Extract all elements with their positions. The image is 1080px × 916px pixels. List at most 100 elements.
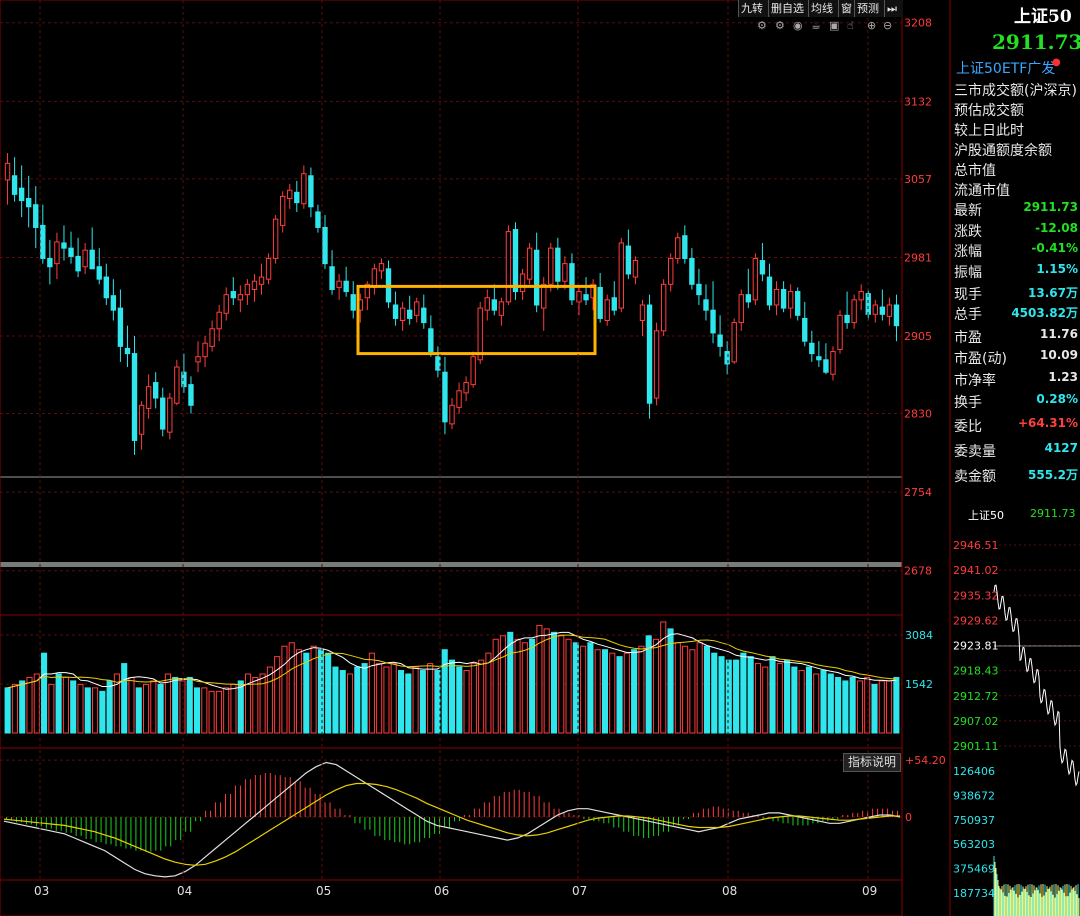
candle-body (138, 404, 145, 435)
volume-bar (718, 656, 725, 734)
volume-bar (631, 649, 638, 734)
candle-body (61, 242, 67, 249)
candle-body (858, 291, 864, 301)
sidebar-link[interactable]: 总市值 (954, 160, 1080, 180)
candle-body (188, 384, 194, 406)
candle-body (68, 247, 74, 257)
y-tick-label: 3132 (904, 95, 932, 108)
candle-body (710, 309, 716, 334)
volume-bar (689, 649, 696, 734)
candle-body (632, 260, 639, 278)
candle-body (4, 162, 11, 181)
candle-body (851, 299, 857, 324)
sidebar-link[interactable]: 预估成交额 (954, 100, 1080, 120)
remove-favorite-button[interactable]: 删自选 (768, 0, 806, 17)
candle-body (428, 328, 434, 353)
candle-body (308, 175, 314, 208)
x-tick-label: 07 (572, 884, 587, 898)
sidebar-link[interactable]: 流通市值 (954, 180, 1080, 200)
volume-bar (106, 680, 113, 734)
stat-row: 市净率 1.23 (954, 370, 1080, 390)
sidebar-link[interactable]: 沪股通额度余额 (954, 140, 1080, 160)
candle-body (223, 294, 229, 314)
candle-body (103, 276, 109, 299)
volume-bar (784, 659, 791, 734)
window-button[interactable]: 窗 (838, 0, 854, 17)
candle-body (653, 330, 660, 399)
candle-body (625, 245, 632, 275)
candle-body (216, 311, 222, 330)
eye-icon[interactable]: ◉ (793, 19, 803, 32)
candle-body (392, 304, 399, 319)
candle-body (717, 334, 723, 347)
volume-bar (172, 676, 179, 734)
y-tick-label: +54.20 (905, 754, 946, 767)
sidebar-link[interactable]: 较上日此时 (954, 120, 1080, 140)
candle-body (294, 191, 300, 204)
toolbar-icons: ⚙ ⚙ ◉ ☕ ▣ ☝ ⊕ ⊖ (755, 19, 900, 35)
volume-bar (48, 683, 55, 734)
volume-bar (558, 635, 565, 734)
skip-end-icon[interactable]: ⏭ (884, 0, 899, 17)
volume-bar (616, 656, 623, 734)
volume-bar (70, 680, 77, 734)
candle-body (54, 241, 60, 265)
candle-body (576, 291, 582, 303)
volume-bar (514, 638, 521, 734)
candle-body (703, 299, 709, 311)
settings-icon[interactable]: ⚙ (757, 19, 767, 32)
candle-body (152, 382, 159, 399)
sidebar-link[interactable]: 三市成交额(沪深京) (954, 80, 1080, 100)
candle-body (696, 283, 702, 296)
etf-link[interactable]: 上证50ETF广发 (956, 58, 1055, 78)
volume-bar (835, 676, 842, 734)
volume-bar (521, 642, 528, 734)
candle-body (759, 260, 766, 275)
volume-bar (601, 649, 609, 734)
candle-body (682, 235, 688, 259)
volume-bar (463, 670, 470, 734)
stat-row: 市盈(动) 10.09 (954, 348, 1080, 368)
stat-label: 委卖量 (954, 444, 996, 460)
candle-body (11, 175, 18, 195)
candle-body (47, 257, 53, 268)
indicator-help-button[interactable]: 指标说明 (843, 753, 901, 772)
moving-average-button[interactable]: 均线 (808, 0, 835, 17)
zoom-in-icon[interactable]: ⊕ (867, 19, 876, 32)
candle-body (752, 257, 759, 301)
candle-body (548, 247, 554, 285)
candle-body (879, 306, 886, 315)
candle-body (26, 198, 32, 208)
candle-body (773, 288, 780, 306)
top-toolbar: 九转 删自选 均线 窗 预测 ⏭ (738, 0, 903, 17)
candle-body (322, 226, 328, 265)
candle-body (202, 342, 208, 358)
forecast-button[interactable]: 预测 (854, 0, 881, 17)
volume-bar (842, 680, 849, 734)
volume-bar (179, 680, 186, 734)
candle-body (96, 266, 102, 280)
lock-icon[interactable]: ▣ (829, 19, 839, 32)
cursor-icon[interactable]: ☝ (847, 19, 854, 32)
volume-bar (99, 690, 106, 734)
volume-bar (733, 659, 740, 734)
candle-body (336, 280, 342, 288)
zoom-out-icon[interactable]: ⊖ (883, 19, 892, 32)
nine-turn-button[interactable]: 九转 (738, 0, 765, 17)
index-title: 上证50 (1014, 7, 1072, 27)
candle-body (251, 280, 258, 290)
macd-dea-line (3, 782, 900, 866)
candle-body (689, 257, 695, 285)
candle-body (477, 307, 483, 361)
candle-body (498, 301, 505, 316)
candle-body (209, 328, 215, 347)
gear-icon[interactable]: ⚙ (775, 19, 785, 32)
cup-icon[interactable]: ☕ (811, 19, 821, 32)
stat-label: 市净率 (954, 373, 996, 389)
volume-bar (827, 673, 834, 734)
macd-dif-line (3, 761, 901, 878)
candle-body (872, 304, 878, 315)
volume-bar (623, 652, 630, 734)
y-tick-label: 3057 (904, 173, 932, 186)
stat-label: 最新 (954, 203, 982, 219)
